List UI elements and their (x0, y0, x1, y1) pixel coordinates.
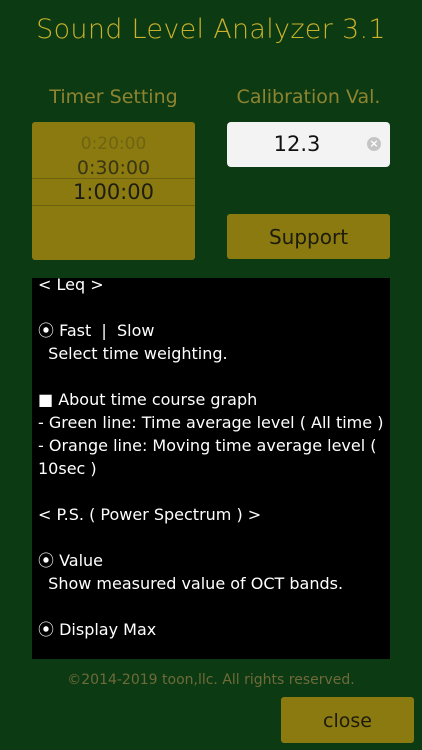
copyright-footer: ©2014-2019 toon,llc. All rights reserved… (67, 672, 355, 688)
help-line (38, 365, 384, 388)
clear-icon[interactable]: × (367, 137, 381, 151)
timer-option[interactable]: 0:30:00 (32, 157, 195, 179)
calibration-label: Calibration Val. (236, 86, 381, 108)
close-button[interactable]: close (281, 697, 414, 743)
timer-picker[interactable]: 0:20:00 0:30:00 1:00:00 (32, 122, 195, 260)
help-line: - Green line: Time average level ( All t… (38, 413, 384, 432)
timer-option[interactable]: 0:20:00 (32, 134, 195, 154)
support-button[interactable]: Support (227, 214, 390, 259)
picker-selection-top (32, 178, 195, 179)
help-text-panel[interactable]: < Leq > ⦿ Fast | Slow Select time weight… (32, 278, 390, 659)
calibration-value[interactable]: 12.3 (227, 132, 367, 156)
help-line (38, 480, 384, 503)
help-line: ⦿ Display Max (38, 620, 157, 639)
help-line (38, 595, 384, 618)
help-line: Show measured value of OCT bands. (38, 574, 344, 593)
help-line (38, 526, 384, 549)
help-line: ■ About time course graph (38, 390, 258, 409)
app-title: Sound Level Analyzer 3.1 (36, 14, 386, 45)
help-line (38, 296, 384, 319)
help-line: - Orange line: Moving time average level… (38, 436, 377, 478)
help-line: ⦿ Value (38, 551, 104, 570)
timer-option-selected[interactable]: 1:00:00 (32, 180, 195, 204)
help-line: ⦿ Fast | Slow (38, 321, 155, 340)
calibration-field[interactable]: 12.3 × (227, 122, 390, 167)
help-line: Select time weighting. (38, 344, 228, 363)
timer-setting-label: Timer Setting (49, 86, 178, 108)
help-line: < Leq > (38, 278, 104, 294)
help-text: < Leq > ⦿ Fast | Slow Select time weight… (38, 278, 384, 641)
help-line: < P.S. ( Power Spectrum ) > (38, 505, 262, 524)
picker-selection-bottom (32, 205, 195, 206)
